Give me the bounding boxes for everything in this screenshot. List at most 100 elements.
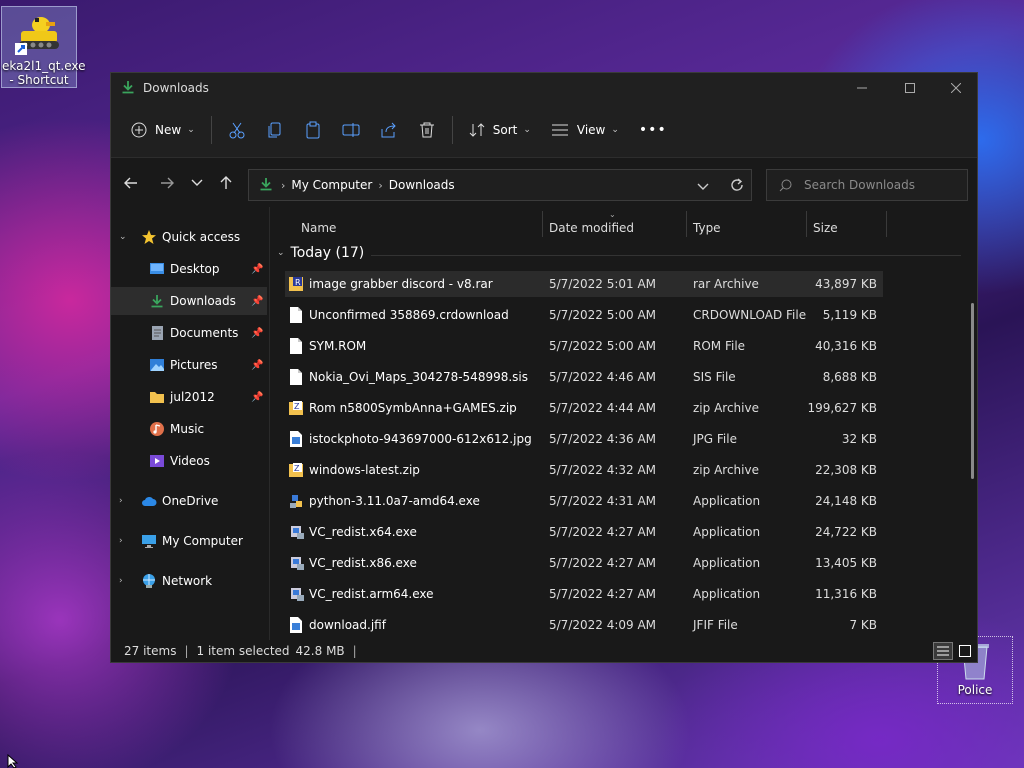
file-row[interactable]: Unconfirmed 358869.crdownload 5/7/2022 5:… bbox=[285, 302, 883, 328]
folder-icon bbox=[149, 389, 165, 405]
sidebar-item-desktop[interactable]: Desktop 📌 bbox=[111, 255, 267, 283]
file-size: 8,688 KB bbox=[822, 370, 877, 384]
toolbar-divider bbox=[210, 116, 212, 144]
chevron-down-icon: ⌄ bbox=[611, 125, 619, 135]
sidebar-item-onedrive[interactable]: › OneDrive bbox=[111, 487, 267, 515]
sidebar-item-label: Downloads bbox=[170, 294, 236, 308]
file-row[interactable]: VC_redist.x64.exe 5/7/2022 4:27 AM Applica… bbox=[285, 519, 883, 545]
status-selected-size: 42.8 MB bbox=[295, 644, 345, 658]
column-divider[interactable] bbox=[542, 211, 543, 237]
file-row[interactable]: Nokia_Ovi_Maps_304278-548998.sis 5/7/2022… bbox=[285, 364, 883, 390]
file-row[interactable]: python-3.11.0a7-amd64.exe 5/7/2022 4:31 A… bbox=[285, 488, 883, 514]
sidebar-item-network[interactable]: › Network bbox=[111, 567, 267, 595]
breadcrumb-downloads[interactable]: Downloads bbox=[389, 178, 455, 192]
sidebar-item-documents[interactable]: Documents 📌 bbox=[111, 319, 267, 347]
refresh-button[interactable] bbox=[729, 177, 745, 196]
documents-icon bbox=[149, 325, 165, 341]
minimize-button[interactable] bbox=[839, 73, 885, 103]
pin-icon[interactable]: 📌 bbox=[251, 264, 263, 275]
column-header-date-modified[interactable]: Date modified bbox=[549, 221, 634, 235]
videos-icon bbox=[149, 453, 165, 469]
pin-icon[interactable]: 📌 bbox=[251, 328, 263, 339]
copy-button[interactable] bbox=[256, 113, 294, 147]
svg-text:Z: Z bbox=[294, 402, 300, 411]
network-icon bbox=[141, 573, 157, 589]
sidebar-item-label: OneDrive bbox=[162, 494, 219, 508]
sort-button[interactable]: Sort ⌄ bbox=[459, 113, 541, 147]
rename-icon bbox=[342, 123, 360, 137]
up-button[interactable] bbox=[213, 170, 239, 196]
file-date-modified: 5/7/2022 4:36 AM bbox=[549, 432, 657, 446]
status-bar: 27 items | 1 item selected 42.8 MB | bbox=[111, 640, 977, 662]
breadcrumb-chevron-icon: › bbox=[378, 178, 383, 192]
address-dropdown-button[interactable] bbox=[697, 180, 709, 194]
file-date-modified: 5/7/2022 4:46 AM bbox=[549, 370, 657, 384]
search-box[interactable] bbox=[766, 169, 968, 201]
column-divider[interactable] bbox=[806, 211, 807, 237]
column-header-size[interactable]: Size bbox=[813, 221, 838, 235]
file-row[interactable]: Zwindows-latest.zip 5/7/2022 4:32 AM zip A… bbox=[285, 457, 883, 483]
pin-icon[interactable]: 📌 bbox=[251, 296, 263, 307]
column-divider[interactable] bbox=[886, 211, 887, 237]
address-bar[interactable]: › My Computer › Downloads bbox=[248, 169, 752, 201]
desktop-icon-eka2l1-shortcut[interactable]: eka2l1_qt.exe - Shortcut bbox=[1, 6, 86, 88]
sidebar-item-downloads[interactable]: Downloads 📌 bbox=[111, 287, 267, 315]
vertical-scrollbar[interactable] bbox=[971, 303, 974, 479]
pin-icon[interactable]: 📌 bbox=[251, 360, 263, 371]
file-row[interactable]: SYM.ROM 5/7/2022 5:00 AM ROM File 40,316 KB bbox=[285, 333, 883, 359]
large-icons-view-button[interactable] bbox=[955, 642, 975, 660]
paste-button[interactable] bbox=[294, 113, 332, 147]
group-header-today[interactable]: ⌄ Today (17) bbox=[277, 245, 364, 261]
delete-button[interactable] bbox=[408, 113, 446, 147]
see-more-button[interactable]: ••• bbox=[629, 113, 677, 147]
file-row[interactable]: istockphoto-943697000-612x612.jpg 5/7/202… bbox=[285, 426, 883, 452]
file-date-modified: 5/7/2022 4:31 AM bbox=[549, 494, 657, 508]
copy-icon bbox=[268, 122, 281, 138]
breadcrumb-my-computer[interactable]: My Computer bbox=[291, 178, 372, 192]
sidebar-item-quick-access[interactable]: ⌄ Quick access bbox=[111, 223, 267, 251]
file-row[interactable]: VC_redist.arm64.exe 5/7/2022 4:27 AM Appli… bbox=[285, 581, 883, 607]
rename-button[interactable] bbox=[332, 113, 370, 147]
column-header-type[interactable]: Type bbox=[693, 221, 721, 235]
maximize-button[interactable] bbox=[887, 73, 933, 103]
cut-button[interactable] bbox=[218, 113, 256, 147]
file-date-modified: 5/7/2022 4:27 AM bbox=[549, 525, 657, 539]
details-view-button[interactable] bbox=[933, 642, 953, 660]
search-input[interactable] bbox=[802, 177, 956, 193]
pictures-icon bbox=[149, 357, 165, 373]
file-row[interactable]: Rimage grabber discord - v8.rar 5/7/2022 … bbox=[285, 271, 883, 297]
navigation-pane: ⌄ Quick access Desktop 📌 Downloads 📌 Doc… bbox=[111, 207, 270, 640]
sidebar-item-videos[interactable]: Videos bbox=[111, 447, 267, 475]
new-button[interactable]: New ⌄ bbox=[121, 113, 205, 147]
status-divider: | bbox=[352, 644, 357, 658]
file-list: Name ⌄ Date modified Type Size ⌄ Today (… bbox=[271, 207, 977, 640]
share-icon bbox=[381, 122, 396, 138]
share-button[interactable] bbox=[370, 113, 408, 147]
sidebar-item-my-computer[interactable]: › My Computer bbox=[111, 527, 267, 555]
chevron-down-icon: ⌄ bbox=[523, 125, 531, 135]
sidebar-item-jul2012[interactable]: jul2012 📌 bbox=[111, 383, 267, 411]
sidebar-item-pictures[interactable]: Pictures 📌 bbox=[111, 351, 267, 379]
file-size: 43,897 KB bbox=[815, 277, 877, 291]
group-divider bbox=[371, 255, 961, 256]
forward-button[interactable] bbox=[154, 170, 180, 196]
clipboard-icon bbox=[306, 121, 320, 139]
file-row[interactable]: VC_redist.x86.exe 5/7/2022 4:27 AM Applica… bbox=[285, 550, 883, 576]
file-date-modified: 5/7/2022 4:27 AM bbox=[549, 556, 657, 570]
view-button[interactable]: View ⌄ bbox=[541, 113, 629, 147]
back-button[interactable] bbox=[118, 170, 144, 196]
recent-locations-button[interactable] bbox=[184, 170, 210, 196]
close-button[interactable] bbox=[933, 73, 977, 103]
column-divider[interactable] bbox=[686, 211, 687, 237]
arrow-left-icon bbox=[124, 177, 137, 189]
column-header-name[interactable]: Name bbox=[301, 221, 336, 235]
pin-icon[interactable]: 📌 bbox=[251, 392, 263, 403]
sidebar-item-music[interactable]: Music bbox=[111, 415, 267, 443]
mouse-cursor-icon bbox=[7, 754, 19, 768]
file-row[interactable]: Z Rom n5800SymbAnna+GAMES.zip 5/7/2022 4:4… bbox=[285, 395, 883, 421]
status-divider: | bbox=[184, 644, 189, 658]
group-label: Today (17) bbox=[290, 245, 365, 261]
file-date-modified: 5/7/2022 5:00 AM bbox=[549, 308, 657, 322]
file-row[interactable]: download.jfif 5/7/2022 4:09 AM JFIF File 7 … bbox=[285, 612, 883, 638]
refresh-icon bbox=[731, 178, 743, 191]
